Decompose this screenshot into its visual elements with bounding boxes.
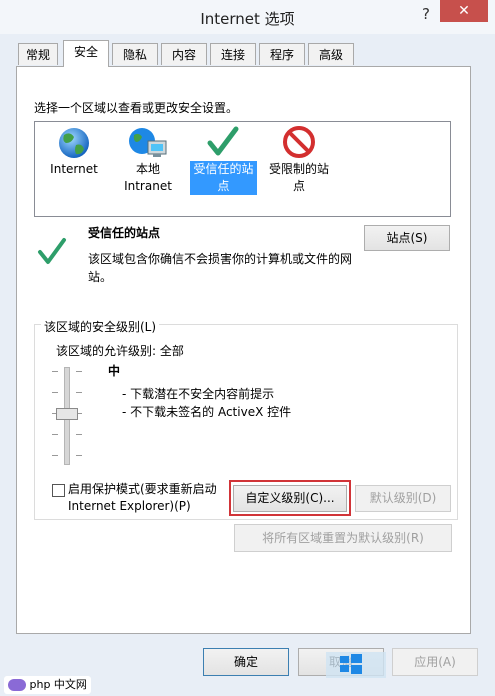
trusted-checkmark-icon xyxy=(38,238,66,264)
default-level-button[interactable]: 默认级别(D) xyxy=(355,485,451,512)
tab-programs[interactable]: 程序 xyxy=(259,43,305,65)
protected-mode-checkbox[interactable] xyxy=(52,484,65,497)
level-bullet: - 不下载未签名的 ActiveX 控件 xyxy=(122,405,292,419)
slider-tick xyxy=(52,455,58,456)
level-bullet: - 下载潜在不安全内容前提示 xyxy=(122,387,275,401)
slider-tick xyxy=(76,455,82,456)
intranet-icon xyxy=(129,128,167,157)
slider-tick xyxy=(52,392,58,393)
help-button[interactable]: ? xyxy=(415,4,437,24)
tab-connections[interactable]: 连接 xyxy=(210,43,256,65)
zone-label-restricted: 受限制的站点 xyxy=(268,162,329,193)
windows-logo-icon xyxy=(340,654,362,674)
zone-local-intranet[interactable]: 本地 Intranet xyxy=(118,125,178,195)
slider-tick xyxy=(76,392,82,393)
zone-instruction: 选择一个区域以查看或更改安全设置。 xyxy=(34,101,239,115)
zone-info-title: 受信任的站点 xyxy=(88,226,161,240)
allowed-level-text: 该区域的允许级别: 全部 xyxy=(56,344,184,358)
zone-info-description: 该区域包含你确信不会损害你的计算机或文件的网站。 xyxy=(88,252,353,284)
close-button[interactable]: ✕ xyxy=(440,0,488,22)
apply-button[interactable]: 应用(A) xyxy=(392,648,478,676)
checkmark-icon xyxy=(207,126,239,156)
zone-internet[interactable]: Internet xyxy=(46,125,102,187)
zone-label-internet: Internet xyxy=(50,162,98,176)
ok-button[interactable]: 确定 xyxy=(203,648,289,676)
tab-security[interactable]: 安全 xyxy=(63,40,109,67)
restricted-icon xyxy=(283,126,315,158)
slider-tick xyxy=(76,434,82,435)
tab-general[interactable]: 常规 xyxy=(18,43,58,65)
zone-label-intranet: 本地 Intranet xyxy=(124,162,172,193)
slider-tick xyxy=(52,434,58,435)
security-slider-thumb[interactable] xyxy=(56,408,78,420)
zone-label-trusted: 受信任的站点 xyxy=(190,161,257,195)
level-name: 中 xyxy=(108,364,121,378)
globe-icon xyxy=(59,128,89,158)
custom-level-button[interactable]: 自定义级别(C)... xyxy=(233,485,347,512)
sites-button[interactable]: 站点(S) xyxy=(364,225,450,251)
protected-mode-label: 启用保护模式(要求重新启动 Internet Explorer)(P) xyxy=(68,482,217,513)
zone-restricted-sites[interactable]: 受限制的站点 xyxy=(266,125,332,195)
php-watermark: php 中文网 xyxy=(4,676,91,694)
slider-tick xyxy=(76,371,82,372)
tab-advanced[interactable]: 高级 xyxy=(308,43,354,65)
slider-tick xyxy=(52,371,58,372)
zone-trusted-sites[interactable]: 受信任的站点 xyxy=(190,125,257,195)
reset-all-zones-button[interactable]: 将所有区域重置为默认级别(R) xyxy=(234,524,452,552)
tab-content[interactable]: 内容 xyxy=(161,43,207,65)
php-logo-icon xyxy=(8,679,26,691)
tab-privacy[interactable]: 隐私 xyxy=(112,43,158,65)
watermark-text: php 中文网 xyxy=(29,678,87,691)
security-level-legend: 该区域的安全级别(L) xyxy=(41,318,160,335)
